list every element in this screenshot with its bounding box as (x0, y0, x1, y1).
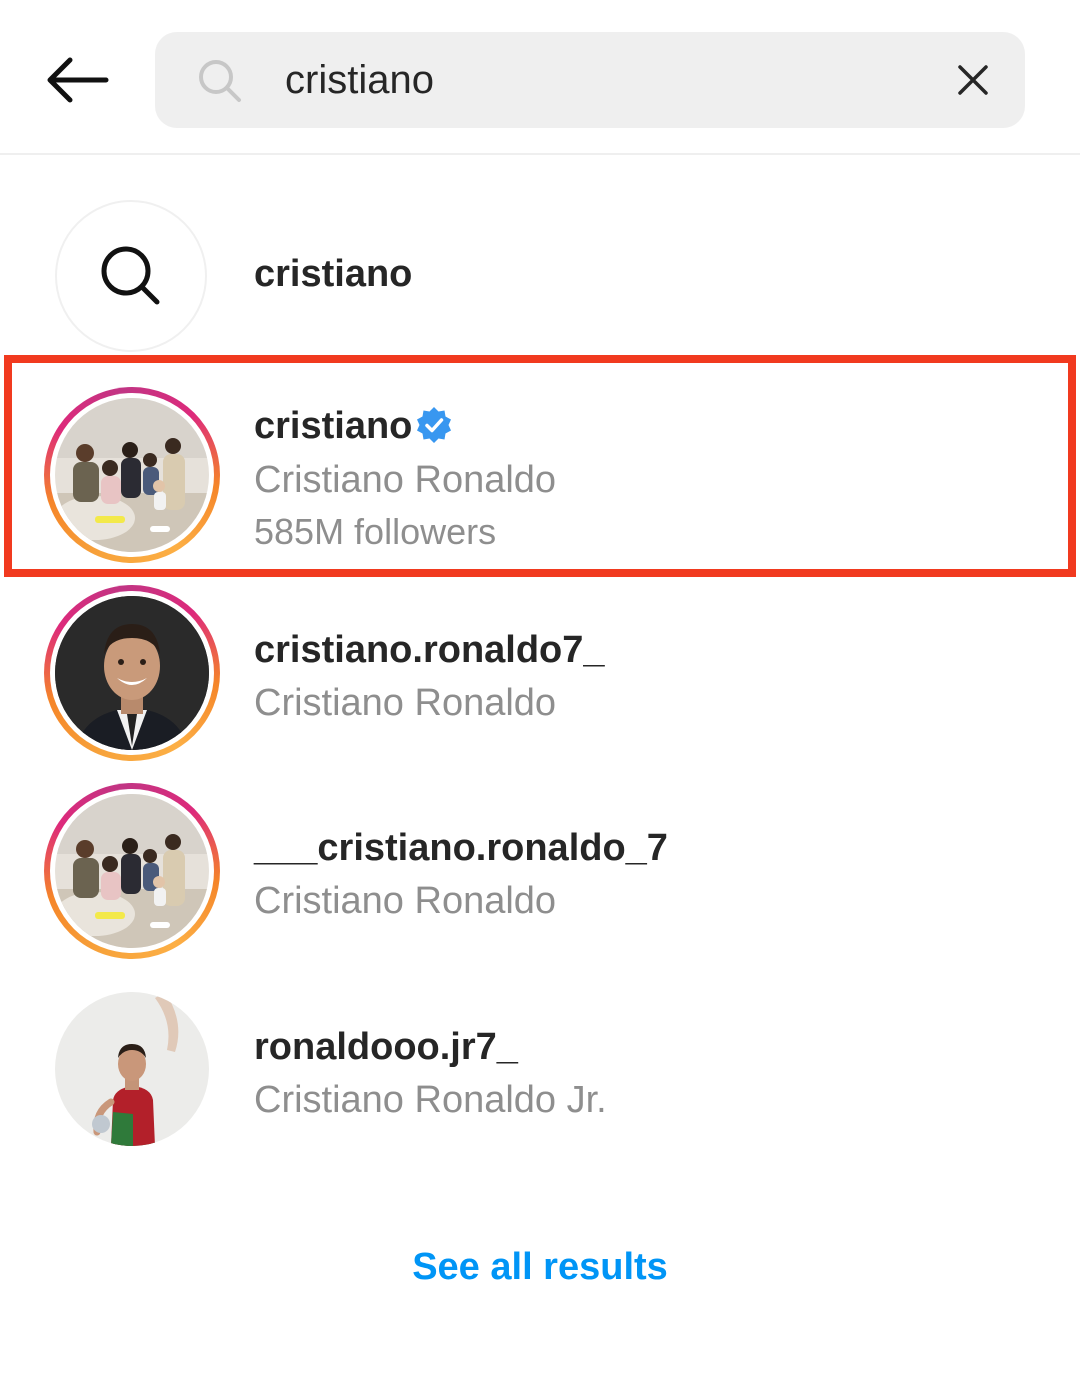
see-all-results-link[interactable]: See all results (0, 1246, 1080, 1289)
story-ring (44, 585, 220, 761)
result-username: ronaldooo.jr7_ (254, 1026, 518, 1068)
story-ring (44, 783, 220, 959)
search-bar[interactable] (155, 32, 1025, 128)
avatar (55, 596, 209, 750)
result-full-name: Cristiano Ronaldo (254, 682, 557, 724)
result-full-name: Cristiano Ronaldo (254, 459, 557, 501)
close-icon (958, 65, 988, 95)
avatar (55, 794, 209, 948)
result-row-cristiano[interactable]: cristiano Cristiano Ronaldo 585M followe… (0, 365, 1080, 575)
search-header (0, 0, 1080, 155)
clear-search-button[interactable] (951, 58, 995, 102)
arrow-left-icon (47, 57, 109, 103)
search-icon (101, 246, 160, 305)
result-row-cristiano-ronaldo-7[interactable]: ___cristiano.ronaldo_7 Cristiano Ronaldo (0, 783, 1080, 968)
result-username: cristiano.ronaldo7_ (254, 629, 605, 671)
story-ring (44, 387, 220, 563)
result-followers: 585M followers (254, 511, 497, 552)
result-full-name: Cristiano Ronaldo Jr. (254, 1079, 607, 1121)
keyword-suggestion-text: cristiano (254, 253, 413, 295)
avatar (55, 398, 209, 552)
search-input[interactable] (285, 32, 925, 128)
result-full-name: Cristiano Ronaldo (254, 880, 557, 922)
result-row-cristiano-ronaldo7[interactable]: cristiano.ronaldo7_ Cristiano Ronaldo (0, 583, 1080, 768)
back-button[interactable] (38, 48, 116, 112)
result-username: cristiano (254, 405, 454, 448)
verified-badge-icon (417, 406, 452, 443)
keyword-icon-circle (55, 200, 207, 352)
keyword-suggestion-row[interactable]: cristiano (0, 195, 1080, 355)
avatar (55, 992, 209, 1146)
result-row-ronaldooo-jr7[interactable]: ronaldooo.jr7_ Cristiano Ronaldo Jr. (0, 990, 1080, 1160)
search-icon (199, 60, 241, 102)
result-username: ___cristiano.ronaldo_7 (254, 827, 668, 869)
